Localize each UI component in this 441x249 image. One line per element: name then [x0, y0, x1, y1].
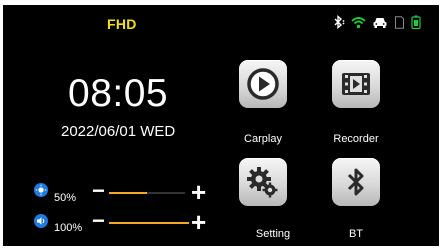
- volume-slider-fill: [109, 222, 189, 224]
- brightness-increase-button[interactable]: +: [191, 179, 206, 205]
- carplay-label: Carplay: [244, 133, 282, 145]
- volume-value: 100%: [54, 222, 83, 234]
- recorder-app-button[interactable]: [332, 60, 380, 108]
- volume-increase-button[interactable]: +: [191, 209, 206, 235]
- brightness-slider-fill: [109, 192, 147, 194]
- volume-icon: [34, 214, 48, 228]
- brightness-decrease-button[interactable]: −: [92, 180, 105, 202]
- battery-icon: [411, 15, 421, 29]
- clock-date: 2022/06/01 WED: [61, 123, 176, 140]
- bt-app-button[interactable]: [332, 158, 380, 206]
- brightness-icon: [34, 183, 48, 197]
- brightness-slider[interactable]: [109, 192, 185, 194]
- resolution-mode: FHD: [107, 16, 137, 32]
- setting-label: Setting: [255, 228, 291, 240]
- sd-card-icon: [394, 15, 405, 29]
- volume-decrease-button[interactable]: −: [92, 210, 105, 232]
- clock-time: 08:05: [68, 72, 169, 115]
- car-icon: [372, 16, 388, 29]
- carplay-app-button[interactable]: [239, 60, 287, 108]
- status-bar: [331, 15, 421, 29]
- bt-label: BT: [348, 228, 364, 240]
- wifi-icon: [351, 16, 366, 29]
- recorder-label: Recorder: [333, 133, 379, 145]
- device-screen: FHD 08:05 2022/06/01 WED 50% − + 100% − …: [3, 5, 439, 246]
- bluetooth-icon: [331, 15, 345, 29]
- volume-slider[interactable]: [109, 222, 189, 224]
- brightness-value: 50%: [54, 192, 77, 204]
- setting-app-button[interactable]: [239, 158, 287, 206]
